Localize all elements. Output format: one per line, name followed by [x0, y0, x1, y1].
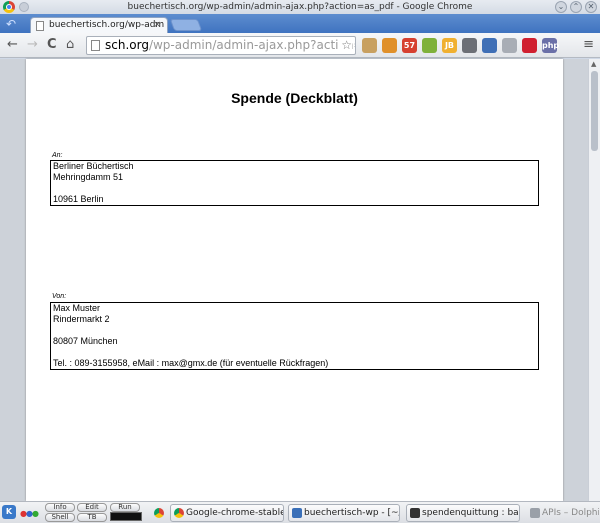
recipient-label: An: [52, 152, 63, 159]
ext-icon-2[interactable] [382, 38, 397, 53]
window-menu-dot-icon[interactable] [19, 2, 29, 12]
sender-address-box: Max Muster Rindermarkt 2 80807 München T… [50, 302, 539, 370]
bookmark-star-icon[interactable]: ☆ [339, 37, 352, 54]
scroll-up-icon[interactable]: ▲ [591, 60, 596, 68]
ext-icon-6[interactable] [462, 38, 477, 53]
tab-strip: ↶ buechertisch.org/wp-adm × [0, 14, 600, 33]
back-button[interactable]: ← [7, 37, 18, 53]
page-favicon-icon [36, 21, 44, 31]
taskbar: K ●●● Info Edit Run Shell TB Google-chro… [0, 501, 600, 523]
pdf-page: Spende (Deckblatt) An: Berliner Bücherti… [26, 59, 563, 501]
recipient-line-spacer [53, 183, 536, 194]
tab-active[interactable]: buechertisch.org/wp-adm × [30, 17, 168, 33]
window-titlebar: buechertisch.org/wp-admin/admin-ajax.php… [0, 0, 600, 14]
url-host: sch.org [105, 38, 149, 52]
recipient-line: Berliner Büchertisch [53, 161, 134, 171]
recipient-address-box: Berliner Büchertisch Mehringdamm 51 1096… [50, 160, 539, 206]
ext-icon-1[interactable] [362, 38, 377, 53]
sender-line: Rindermarkt 2 [53, 314, 110, 324]
url-path: /wp-admin/admin-ajax.php?action=as_pdf [148, 38, 355, 52]
tab-close-icon[interactable]: × [153, 18, 161, 33]
reload-button[interactable]: C [47, 37, 57, 53]
chrome-menu-icon[interactable]: ≡ [583, 38, 594, 52]
close-window-icon[interactable]: ✕ [585, 1, 597, 13]
task-editor[interactable]: buechertisch-wp - [~/work [288, 504, 400, 522]
dolphin-task-icon [530, 508, 540, 518]
recipient-line: 10961 Berlin [53, 194, 104, 204]
sender-label: Von: [52, 293, 67, 300]
home-button[interactable]: ⌂ [66, 37, 74, 53]
page-info-icon[interactable] [91, 40, 100, 51]
ext-icon-9[interactable] [522, 38, 537, 53]
chrome-task-icon [174, 508, 184, 518]
terminal-preview[interactable] [110, 512, 142, 521]
info-button[interactable]: Info [45, 503, 75, 512]
recipient-line: Mehringdamm 51 [53, 172, 124, 182]
run-button[interactable]: Run [110, 503, 140, 512]
sender-line: Tel. : 089-3155958, eMail : max@gmx.de (… [53, 358, 329, 368]
terminal-task-icon [410, 508, 420, 518]
ext-icon-4[interactable] [422, 38, 437, 53]
task-label: spendenquittung : bash – [422, 508, 519, 518]
ext-icon-7[interactable] [482, 38, 497, 53]
forward-button[interactable]: → [27, 37, 38, 53]
ext-icon-5[interactable]: JB [442, 38, 457, 53]
tab-label: buechertisch.org/wp-adm [49, 20, 165, 30]
tab-overview-icon[interactable]: ↶ [6, 17, 26, 31]
task-label: buechertisch-wp - [~/work [304, 508, 399, 518]
sender-line: 80807 München [53, 336, 118, 346]
ext-icon-8[interactable] [502, 38, 517, 53]
task-label: Google-chrome-stable [186, 508, 284, 518]
shell-button[interactable]: Shell [45, 513, 75, 522]
window-title: buechertisch.org/wp-admin/admin-ajax.php… [127, 2, 473, 12]
editor-task-icon [292, 508, 302, 518]
task-terminal[interactable]: spendenquittung : bash – [406, 504, 520, 522]
document-title: Spende (Deckblatt) [231, 90, 358, 106]
sender-line: Max Muster [53, 303, 101, 313]
chrome-launcher-icon[interactable] [154, 508, 164, 518]
sender-line-spacer [53, 325, 536, 336]
address-bar[interactable]: sch.org/wp-admin/admin-ajax.php?action=a… [86, 36, 356, 55]
task-label: APIs – Dolphin [542, 508, 600, 518]
ext-icon-3[interactable]: 57 [402, 38, 417, 53]
ext-icon-10[interactable]: php [542, 38, 559, 53]
tb-button[interactable]: TB [77, 513, 107, 522]
vertical-scrollbar[interactable]: ▲ [588, 59, 600, 501]
activity-dots-icon[interactable]: ●●● [20, 509, 39, 518]
kde-launcher-icon[interactable]: K [2, 505, 16, 519]
task-dolphin[interactable]: APIs – Dolphin [526, 504, 600, 522]
maximize-icon[interactable]: ⌃ [570, 1, 582, 13]
new-tab-button[interactable] [169, 19, 203, 31]
scrollbar-thumb[interactable] [591, 71, 598, 151]
minimize-icon[interactable]: ⌄ [555, 1, 567, 13]
sender-line-spacer [53, 347, 536, 358]
edit-button[interactable]: Edit [77, 503, 107, 512]
task-chrome[interactable]: Google-chrome-stable [170, 504, 284, 522]
pdf-viewer: Spende (Deckblatt) An: Berliner Bücherti… [0, 59, 600, 501]
browser-toolbar: ← → C ⌂ sch.org/wp-admin/admin-ajax.php?… [0, 33, 600, 58]
window-controls: ⌄ ⌃ ✕ [555, 1, 597, 13]
chrome-logo-icon [3, 1, 15, 13]
